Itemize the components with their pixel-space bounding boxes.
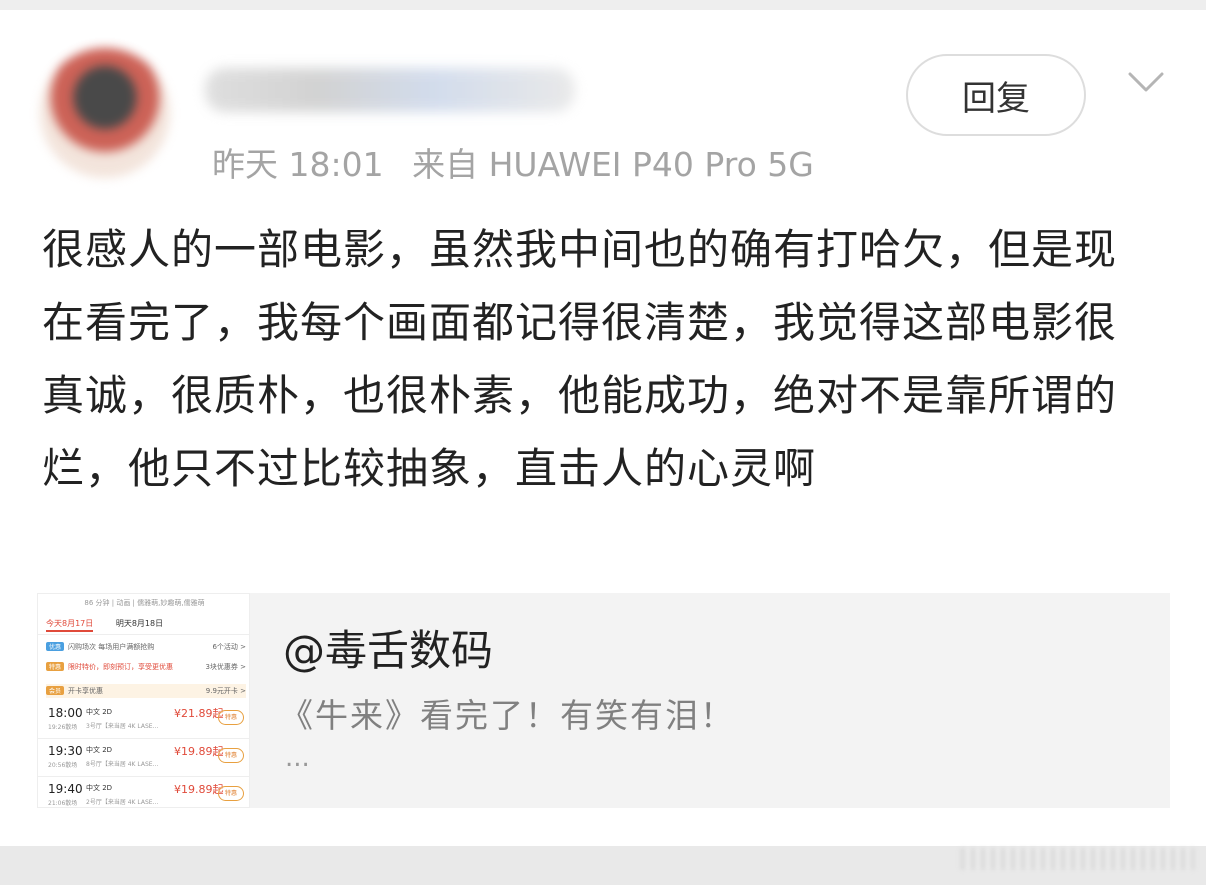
quoted-post-card[interactable]: 86 分钟 | 动画 | 儒雅萌,妙趣萌,儒雅萌 今天8月17日 明天8月18日… bbox=[37, 593, 1170, 808]
post-source: 来自 HUAWEI P40 Pro 5G bbox=[412, 145, 814, 184]
post-meta: 昨天 18:01 来自 HUAWEI P40 Pro 5G bbox=[212, 138, 814, 184]
thumb-promo-row: 会员 开卡享优惠 9.9元开卡 > bbox=[46, 684, 246, 698]
post-text: 很感人的一部电影，虽然我中间也的确有打哈欠，但是现在看完了，我每个画面都记得很清… bbox=[42, 225, 1118, 493]
thumb-promo-row: 特惠 限时特价，即刻预订，享受更优惠 3块优惠券 > bbox=[46, 662, 246, 672]
thumb-divider bbox=[38, 738, 249, 739]
bottom-blurred-content bbox=[960, 848, 1195, 870]
post-time: 昨天 18:01 bbox=[212, 145, 384, 184]
quote-text: 《牛来》看完了！有笑有泪！ bbox=[280, 696, 735, 735]
chevron-down-icon[interactable] bbox=[1126, 68, 1166, 98]
thumb-showtime: 19:40 21:06散场 中文 2D 2号厅【来当居 4K LASE... ¥… bbox=[46, 780, 246, 807]
reply-button[interactable]: 回复 bbox=[906, 54, 1086, 136]
thumb-promo-row: 优惠 闪购场次 每场用户满额抢购 6个活动 > bbox=[46, 642, 246, 652]
quote-more: ... bbox=[285, 743, 310, 773]
thumb-tab-tomorrow: 明天8月18日 bbox=[115, 619, 164, 628]
avatar[interactable] bbox=[40, 48, 170, 178]
thumb-date-tabs: 今天8月17日 明天8月18日 bbox=[46, 618, 164, 632]
quote-author[interactable]: @毒舌数码 bbox=[283, 617, 493, 678]
thumb-movie-info: 86 分钟 | 动画 | 儒雅萌,妙趣萌,儒雅萌 bbox=[84, 599, 205, 607]
thumb-showtime: 18:00 19:26散场 中文 2D 3号厅【来当居 4K LASE... ¥… bbox=[46, 704, 246, 740]
thumb-divider bbox=[38, 634, 249, 635]
thumb-showtime: 19:30 20:56散场 中文 2D 8号厅【来当居 4K LASE... ¥… bbox=[46, 742, 246, 778]
thumb-tab-today: 今天8月17日 bbox=[46, 619, 94, 632]
thumb-divider bbox=[38, 776, 249, 777]
quote-thumbnail: 86 分钟 | 动画 | 儒雅萌,妙趣萌,儒雅萌 今天8月17日 明天8月18日… bbox=[37, 593, 250, 808]
username-blurred[interactable] bbox=[205, 68, 575, 112]
